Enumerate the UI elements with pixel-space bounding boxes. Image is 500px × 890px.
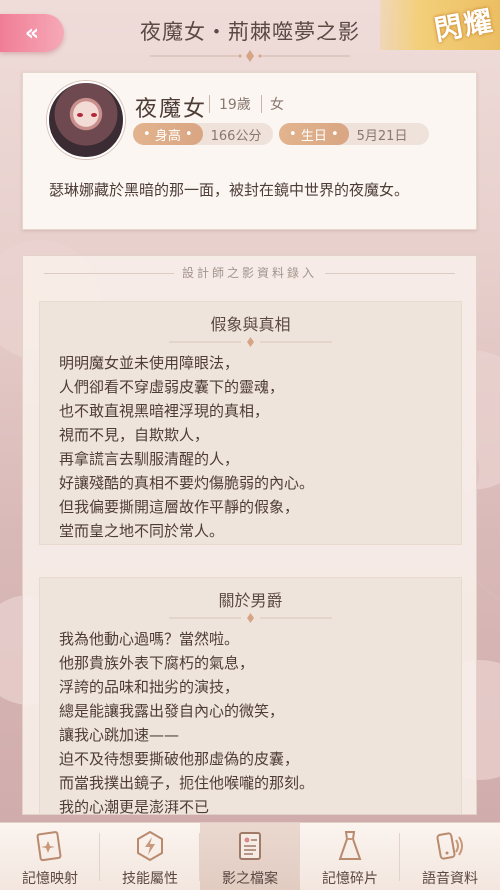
story-line: 浮誇的品味和拙劣的演技， [59, 678, 240, 696]
character-description: 瑟琳娜藏於黑暗的那一面，被封在鏡中世界的夜魔女。 [49, 181, 410, 199]
section-body: 我為他動心過嗎？當然啦。 他那貴族外表下腐朽的氣息， 浮誇的品味和拙劣的演技， … [59, 627, 449, 815]
story-line: 迫不及待想要撕破他那虛偽的皮囊， [59, 750, 300, 768]
section-ornament-divider [169, 337, 332, 347]
story-line: 再拿謊言去馴服清醒的人， [59, 450, 240, 468]
nav-label: 記憶映射 [22, 871, 78, 887]
nav-label: 技能屬性 [122, 871, 178, 887]
birthday-label: • 生日 • [279, 123, 349, 145]
story-line: 讓我心跳加速—— [59, 726, 180, 744]
memory-card-icon [36, 831, 62, 862]
story-line: 明明魔女並未使用障眼法， [59, 354, 240, 372]
panel-heading: 設計師之影資料錄入 [23, 264, 476, 281]
header: « 夜魔女・荊棘噬夢之影 閃耀 [0, 0, 500, 62]
nav-label: 記憶碎片 [322, 871, 378, 887]
height-value: 166公分 [210, 128, 262, 144]
story-line: 而當我撲出鏡子，扼住他喉嚨的那刻。 [59, 774, 315, 792]
profile-card: 夜魔女 19歲 女 • 身高 • 166公分 • 生日 • 5月21日 瑟琳娜藏… [22, 72, 477, 230]
nav-item-voice-data[interactable]: 語音資料 [400, 823, 500, 890]
story-line: 總是能讓我露出發自內心的微笑， [59, 702, 285, 720]
story-line: 他那貴族外表下腐朽的氣息， [59, 654, 255, 672]
nav-label: 影之檔案 [222, 871, 278, 887]
section-body: 明明魔女並未使用障眼法， 人們卻看不穿虛弱皮囊下的靈魂， 也不敢直視黑暗裡浮現的… [59, 351, 449, 543]
section-ornament-divider [169, 613, 332, 623]
character-gender: 女 [270, 97, 284, 113]
divider [261, 95, 262, 113]
skill-lightning-icon [137, 830, 163, 862]
nav-item-memory-fragments[interactable]: 記憶碎片 [300, 823, 400, 890]
story-line: 我的心潮更是澎湃不已 [59, 798, 210, 815]
birthday-pill: • 生日 • 5月21日 [279, 123, 430, 145]
story-line: 視而不見，自欺欺人， [59, 426, 210, 444]
birthday-value: 5月21日 [356, 128, 408, 144]
avatar [47, 81, 125, 159]
story-line: 堂而皇之地不同於常人。 [59, 522, 225, 540]
voice-phone-icon [436, 832, 463, 860]
story-section: 假象與真相 明明魔女並未使用障眼法， 人們卻看不穿虛弱皮囊下的靈魂， 也不敢直視… [39, 301, 462, 545]
story-line: 也不敢直視黑暗裡浮現的真相， [59, 402, 270, 420]
section-title: 假象與真相 [210, 315, 291, 334]
height-pill: • 身高 • 166公分 [133, 123, 274, 145]
story-line: 我為他動心過嗎？當然啦。 [59, 630, 240, 648]
file-document-icon [239, 832, 261, 860]
nav-label: 語音資料 [422, 871, 478, 887]
designer-data-panel[interactable]: 設計師之影資料錄入 假象與真相 明明魔女並未使用障眼法， 人們卻看不穿虛弱皮囊下… [22, 255, 477, 815]
nav-item-shadow-files[interactable]: 影之檔案 [200, 823, 300, 890]
title-ornament-divider [150, 50, 350, 62]
section-title: 關於男爵 [218, 591, 283, 610]
nav-item-memory-mapping[interactable]: 記憶映射 [0, 823, 100, 890]
story-section: 關於男爵 我為他動心過嗎？當然啦。 他那貴族外表下腐朽的氣息， 浮誇的品味和拙劣… [39, 577, 462, 815]
story-line: 好讓殘酷的真相不要灼傷脆弱的內心。 [59, 474, 315, 492]
character-name: 夜魔女 [135, 97, 208, 122]
character-age: 19歲 [219, 97, 251, 113]
rarity-badge: 閃耀 [380, 0, 500, 60]
divider [209, 95, 210, 113]
height-label: • 身高 • [133, 123, 203, 145]
story-line: 但我偏要撕開這層故作平靜的假象， [59, 498, 300, 516]
dress-icon [338, 831, 362, 860]
story-line: 人們卻看不穿虛弱皮囊下的靈魂， [59, 378, 285, 396]
bottom-navigation: 記憶映射 技能屬性 影之檔案 記憶碎片 語音資料 [0, 822, 500, 890]
nav-item-skill-attributes[interactable]: 技能屬性 [100, 823, 200, 890]
